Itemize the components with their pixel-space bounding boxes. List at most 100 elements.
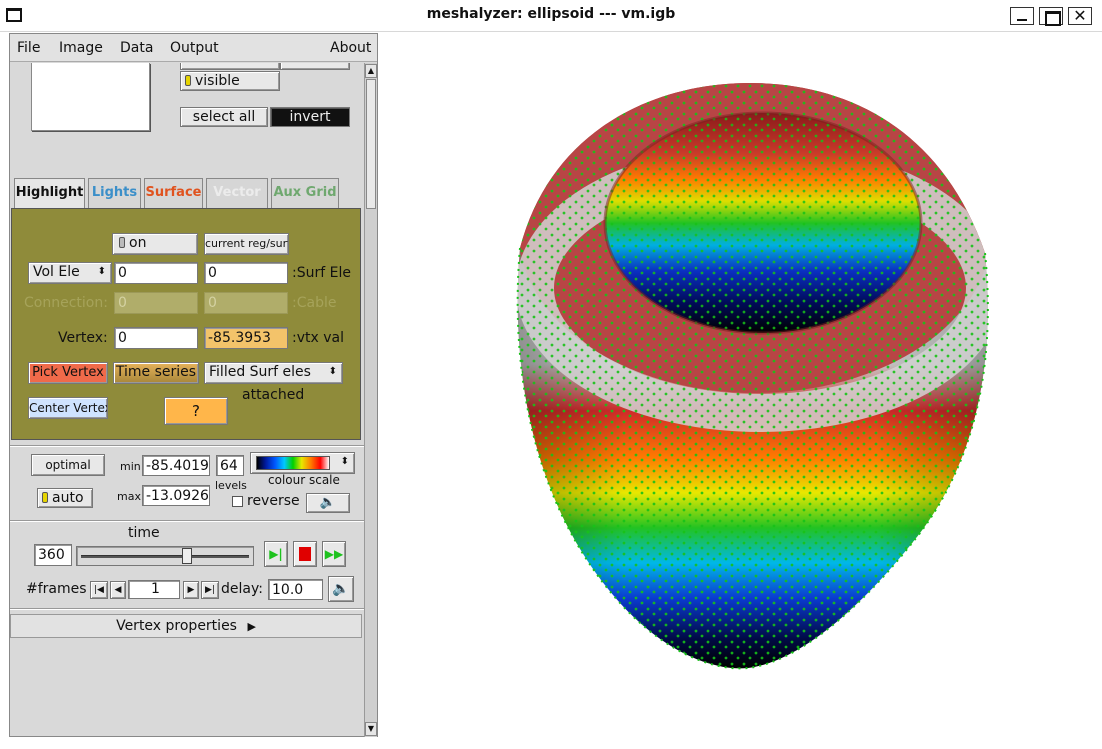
connection-input[interactable]: 0 [114, 292, 198, 314]
stop-icon [299, 547, 311, 561]
last-frame-icon: ▶| [205, 585, 215, 595]
scroll-down-icon[interactable]: ▼ [365, 722, 377, 736]
panel-scroll-area: visible select all invert Highlight Ligh… [10, 63, 364, 737]
vol-ele-input[interactable]: 0 [114, 262, 198, 284]
colour-scale-swatch [256, 456, 330, 470]
colour-scale-select[interactable]: ⬍ [250, 452, 355, 474]
colour-sound-button[interactable]: 🔈 [306, 493, 350, 513]
levels-label: levels [215, 479, 247, 492]
help-button[interactable]: ? [164, 397, 228, 425]
menu-file[interactable]: File [17, 40, 40, 56]
prev-frame-icon: ◀ [114, 585, 122, 595]
min-label: min [120, 460, 141, 473]
delay-input[interactable]: 10.0 [268, 579, 323, 600]
next-frame-button[interactable]: ▶ [183, 581, 199, 599]
next-frame-icon: ▶ [187, 585, 195, 595]
menu-image[interactable]: Image [59, 40, 103, 56]
app-window: meshalyzer: ellipsoid --- vm.igb ✕ File … [0, 0, 1102, 749]
max-input[interactable]: -13.0926 [142, 485, 210, 506]
reverse-label: reverse [247, 493, 300, 509]
time-series-button[interactable]: Time series [113, 362, 199, 384]
invert-button[interactable]: invert [270, 107, 350, 127]
time-slider[interactable] [76, 546, 254, 566]
vertex-properties-expander[interactable]: Vertex properties ▶ [10, 614, 362, 638]
highlight-tab-panel: on current reg/surf Vol Ele ⬍ 0 0 :Surf E… [11, 208, 361, 440]
minimize-button[interactable] [1010, 7, 1034, 25]
menu-bar: File Image Data Output About [10, 34, 377, 62]
title-bar: meshalyzer: ellipsoid --- vm.igb ✕ [0, 0, 1102, 32]
region-list[interactable] [31, 63, 150, 131]
surf-ele-input[interactable]: 0 [204, 262, 288, 284]
optimal-button[interactable]: optimal [31, 454, 105, 476]
pick-vertex-button[interactable]: Pick Vertex [28, 362, 108, 384]
vertex-input[interactable]: 0 [114, 327, 198, 349]
levels-input[interactable]: 64 [216, 455, 244, 476]
vol-ele-select[interactable]: Vol Ele ⬍ [28, 262, 112, 284]
slider-track [81, 555, 249, 558]
ellipsoid-render [516, 83, 989, 670]
scrollbar-thumb[interactable] [366, 79, 376, 209]
fast-forward-button[interactable]: ▶▶ [322, 541, 346, 567]
updown-icon: ⬍ [340, 456, 349, 467]
filled-surf-eles-select[interactable]: Filled Surf eles ⬍ [204, 362, 343, 384]
updown-icon: ⬍ [328, 366, 337, 377]
speaker-icon: 🔈 [332, 581, 350, 597]
close-icon: ✕ [1073, 6, 1087, 25]
last-frame-button[interactable]: ▶| [201, 581, 219, 599]
delay-label: delay: [221, 581, 263, 597]
divider [10, 445, 364, 447]
tab-surface[interactable]: Surface [144, 178, 203, 208]
connection-label: Connection: [24, 295, 108, 311]
tab-vector[interactable]: Vector [206, 178, 268, 208]
stop-button[interactable] [293, 541, 317, 567]
first-frame-button[interactable]: |◀ [90, 581, 108, 599]
slider-thumb[interactable] [182, 548, 192, 564]
reverse-checkbox[interactable] [232, 496, 243, 507]
region-button-partial[interactable] [180, 63, 280, 70]
visible-toggle[interactable]: visible [180, 71, 280, 91]
attached-label: attached [242, 387, 305, 403]
menu-output[interactable]: Output [170, 40, 219, 56]
step-play-button[interactable]: ▶| [264, 541, 288, 567]
tab-aux-grid[interactable]: Aux Grid [271, 178, 339, 208]
cable-input[interactable]: 0 [204, 292, 288, 314]
panel-scrollbar[interactable]: ▲ ▼ [364, 63, 377, 737]
current-reg-surf-button[interactable]: current reg/surf [204, 233, 289, 255]
time-sound-button[interactable]: 🔈 [328, 576, 354, 602]
fast-forward-icon: ▶▶ [324, 547, 344, 561]
vertex-label: Vertex: [58, 330, 108, 346]
close-button[interactable]: ✕ [1068, 6, 1092, 25]
first-frame-icon: |◀ [94, 585, 104, 595]
auto-led-icon [42, 492, 48, 503]
prev-frame-button[interactable]: ◀ [110, 581, 126, 599]
window-title: meshalyzer: ellipsoid --- vm.igb [426, 6, 676, 22]
time-input[interactable]: 360 [34, 544, 72, 566]
cable-label: :Cable [292, 295, 337, 311]
tab-highlight[interactable]: Highlight [14, 178, 85, 208]
surf-ele-label: :Surf Ele [292, 265, 351, 281]
updown-icon: ⬍ [97, 266, 106, 277]
center-vertex-button[interactable]: Center Vertex [28, 397, 108, 419]
step-play-icon: ▶| [269, 547, 283, 561]
highlight-on-toggle[interactable]: on [112, 233, 198, 255]
min-input[interactable]: -85.4019 [142, 455, 210, 476]
time-label: time [128, 525, 160, 541]
divider [10, 520, 364, 522]
scroll-up-icon[interactable]: ▲ [365, 64, 377, 78]
menu-data[interactable]: Data [120, 40, 153, 56]
speaker-icon: 🔈 [319, 495, 337, 510]
select-all-button[interactable]: select all [180, 107, 268, 127]
on-led-icon [119, 237, 125, 248]
tab-lights[interactable]: Lights [88, 178, 141, 208]
region-button-partial-2[interactable] [280, 63, 350, 70]
vtx-val-label: :vtx val [292, 330, 344, 346]
maximize-button[interactable] [1039, 7, 1063, 26]
menu-about[interactable]: About [330, 40, 371, 56]
auto-toggle[interactable]: auto [37, 488, 93, 508]
visible-led-icon [185, 75, 191, 86]
vtx-val-output: -85.3953 [204, 327, 288, 349]
frames-label: #frames [26, 581, 87, 597]
frame-input[interactable]: 1 [128, 580, 180, 599]
mesh-viewport[interactable] [380, 33, 1091, 738]
colour-scale-label: colour scale [268, 473, 340, 487]
